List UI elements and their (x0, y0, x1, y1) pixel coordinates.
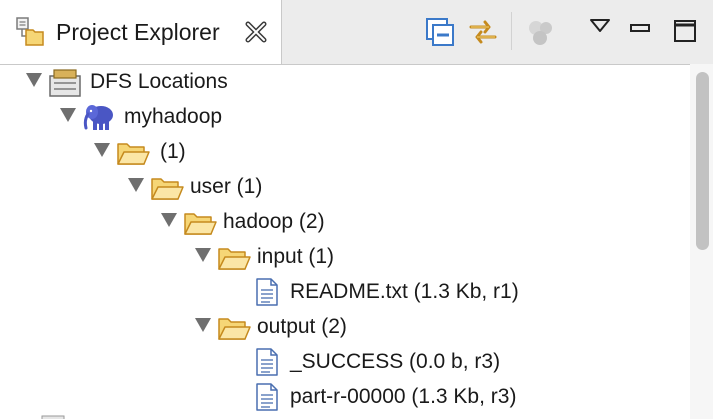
vertical-scrollbar-thumb[interactable] (696, 72, 709, 250)
tree-item-success[interactable]: _SUCCESS (0.0 b, r3) (0, 344, 690, 378)
folder-open-icon (183, 208, 217, 243)
expand-twisty-icon[interactable] (26, 73, 42, 87)
maximize-icon (673, 20, 697, 47)
view-header: Project Explorer (0, 0, 713, 65)
tree-item-label: user (1) (190, 175, 263, 198)
toolbar-separator (511, 12, 512, 50)
expand-twisty-icon[interactable] (94, 143, 110, 157)
folder-open-icon (217, 243, 251, 278)
tree-item-root-folder[interactable]: (1) (0, 134, 690, 168)
expand-twisty-icon[interactable] (195, 318, 211, 332)
view-menu-button[interactable] (589, 18, 611, 39)
expand-twisty-icon[interactable] (161, 213, 177, 227)
minimize-icon (629, 22, 651, 39)
tree-item-label: README.txt (1.3 Kb, r1) (290, 280, 519, 303)
tree-item-label: input (1) (257, 245, 335, 268)
link-with-editor-icon (467, 20, 499, 52)
elephant-icon (82, 102, 116, 137)
folder-open-icon (150, 173, 184, 208)
hadoop-button[interactable] (525, 16, 557, 53)
hadoop-disabled-icon (525, 21, 557, 52)
tab-title: Project Explorer (56, 19, 220, 45)
expand-twisty-icon[interactable] (195, 248, 211, 262)
tree-item-part-r-00000[interactable]: part-r-00000 (1.3 Kb, r3) (0, 379, 690, 413)
minimize-button[interactable] (629, 22, 651, 40)
tree-item-output[interactable]: output (2) (0, 309, 690, 343)
file-icon (254, 347, 280, 382)
expand-twisty-icon[interactable] (60, 108, 76, 122)
tree-item-readme[interactable]: README.txt (1.3 Kb, r1) (0, 274, 690, 308)
tree-item-label: myhadoop (124, 105, 223, 128)
tree-item-label: _SUCCESS (0.0 b, r3) (290, 350, 501, 373)
tree-item-label: DFS Locations (90, 70, 228, 93)
tree-item-dfs-locations[interactable]: DFS Locations (0, 64, 690, 98)
file-icon (254, 277, 280, 312)
project-explorer-icon (14, 16, 46, 53)
collapse-all-button[interactable] (424, 16, 456, 53)
tree-item-label: part-r-00000 (1.3 Kb, r3) (290, 385, 517, 408)
folder-open-icon (116, 138, 150, 173)
maximize-button[interactable] (673, 19, 697, 48)
folder-open-icon (217, 313, 251, 348)
project-tree[interactable]: DFS Locations myhadoop (1) user (1) hado… (0, 64, 690, 419)
tree-item-hadoop[interactable]: hadoop (2) (0, 204, 690, 238)
tree-item-label: output (2) (257, 315, 347, 338)
tree-item-myhadoop[interactable]: myhadoop (0, 99, 690, 133)
tree-item-input[interactable]: input (1) (0, 239, 690, 273)
file-icon (254, 382, 280, 417)
tree-item-label: (1) (160, 140, 186, 163)
dfs-locations-icon (48, 68, 82, 103)
tree-item-user[interactable]: user (1) (0, 169, 690, 203)
triangle-down-icon (589, 19, 611, 38)
project-explorer-tab[interactable]: Project Explorer (0, 0, 282, 64)
close-x-icon[interactable] (245, 21, 267, 48)
link-with-editor-button[interactable] (467, 16, 499, 53)
collapse-all-icon (424, 18, 456, 52)
expand-twisty-icon[interactable] (128, 178, 144, 192)
tree-item-label: hadoop (2) (223, 210, 325, 233)
partial-item-icon (38, 410, 68, 419)
